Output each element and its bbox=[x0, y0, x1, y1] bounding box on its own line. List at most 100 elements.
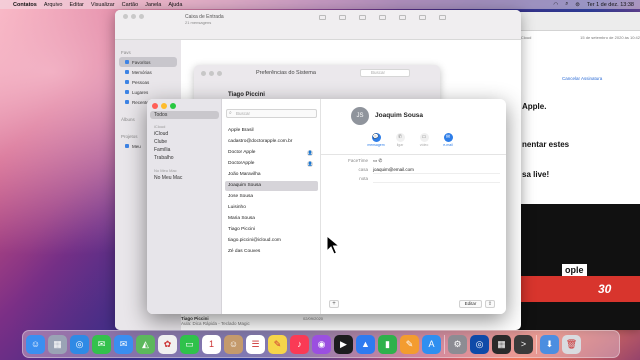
mail-message-row[interactable]: Tiago Piccini Aula: Dica Rápida - Teclad… bbox=[181, 316, 361, 326]
menu-app-name[interactable]: Contatos bbox=[13, 2, 37, 8]
folder-icon bbox=[125, 100, 129, 104]
wifi-icon[interactable]: ◠ bbox=[553, 2, 558, 8]
unsubscribe-link[interactable]: Cancelar Assinatura bbox=[562, 76, 602, 81]
contact-name: Joaquim Sousa bbox=[375, 112, 424, 119]
dock-fotos-icon[interactable]: ✿ bbox=[158, 334, 177, 354]
prefs-search-input[interactable]: Buscar bbox=[360, 69, 410, 77]
group-mac[interactable]: No Meu Mac bbox=[150, 174, 219, 182]
contact-row[interactable]: Apple Brasil bbox=[225, 126, 318, 136]
minimize-button[interactable] bbox=[161, 103, 167, 109]
group-section-mac: No Meu Mac bbox=[154, 168, 177, 173]
group-section-icloud: iCloud bbox=[154, 124, 166, 129]
folder-icon bbox=[125, 60, 129, 64]
dock-contatos-icon[interactable]: ☺ bbox=[224, 334, 243, 354]
prefs-traffic-lights[interactable] bbox=[201, 71, 222, 76]
mail-sidebar-item[interactable]: Favoritos bbox=[119, 57, 177, 67]
contact-row[interactable]: Zé das Couves bbox=[225, 247, 318, 257]
dock-calculadora-icon[interactable]: ▦ bbox=[492, 334, 511, 354]
mail-count: 21 mensagens bbox=[185, 20, 212, 25]
dock-lixo-icon[interactable]: 🗑 bbox=[562, 334, 581, 354]
search-icon[interactable]: ⌕ bbox=[565, 1, 568, 8]
control-center-icon[interactable]: ⊜ bbox=[575, 2, 580, 8]
mouse-cursor-icon bbox=[326, 235, 340, 255]
close-button[interactable] bbox=[152, 103, 158, 109]
menu-item-arquivo[interactable]: Arquivo bbox=[44, 2, 63, 8]
menu-item-janela[interactable]: Janela bbox=[145, 2, 161, 8]
dock-podcasts-icon[interactable]: ◉ bbox=[312, 334, 331, 354]
dock-mail-icon[interactable]: ✉ bbox=[114, 334, 133, 354]
mail-sidebar-item[interactable]: Memórias bbox=[115, 67, 181, 77]
mail-traffic-lights[interactable] bbox=[123, 14, 144, 19]
safari-window[interactable]: iCloud 15 de setembro de 2020 às 10:42 C… bbox=[514, 12, 640, 330]
mail-icon: ✉ bbox=[443, 133, 453, 142]
field-facetime: FaceTime ▭ ✆ bbox=[321, 158, 506, 165]
dock-numbers-icon[interactable]: ▮ bbox=[378, 334, 397, 354]
contact-row[interactable]: João Maravilha bbox=[225, 170, 318, 180]
contact-row[interactable]: DoctorApple 👤 bbox=[225, 159, 318, 169]
promo-image: ople 30 bbox=[514, 204, 640, 330]
menu-clock[interactable]: Ter 1 de dez. 13:38 bbox=[587, 2, 634, 8]
edit-button[interactable]: Editar bbox=[459, 300, 482, 308]
zoom-button[interactable] bbox=[170, 103, 176, 109]
email-text-line3: sa live! bbox=[522, 170, 550, 179]
contact-detail: JS Joaquim Sousa 💬 mensagem ✆ ligar ▭ ví… bbox=[321, 99, 506, 314]
share-button[interactable]: ⇪ bbox=[485, 300, 495, 308]
dock-launchpad-icon[interactable]: ▦ bbox=[48, 334, 67, 354]
menu-item-editar[interactable]: Editar bbox=[70, 2, 84, 8]
group-trabalho[interactable]: Trabalho bbox=[150, 154, 219, 162]
email-button[interactable]: ✉ e-mail bbox=[439, 133, 457, 147]
menu-bar: Contatos Arquivo Editar Visualizar Cartã… bbox=[0, 0, 640, 9]
contact-row[interactable]: Jose Sousa bbox=[225, 192, 318, 202]
search-input[interactable]: ⌕ Buscar bbox=[226, 109, 317, 118]
field-email-casa: casa joaquim@email.com bbox=[321, 167, 506, 174]
dock-mapas-icon[interactable]: ◭ bbox=[136, 334, 155, 354]
dock-prefer-ncias-do-sistema-icon[interactable]: ⚙ bbox=[448, 334, 467, 354]
dock-finder-icon[interactable]: ☺ bbox=[26, 334, 45, 354]
contact-row[interactable]: Tiago Piccini bbox=[225, 225, 318, 235]
dock-safari-preview-icon[interactable]: ◎ bbox=[470, 334, 489, 354]
group-icloud[interactable]: iCloud bbox=[150, 130, 219, 138]
video-button[interactable]: ▭ vídeo bbox=[415, 133, 433, 147]
dock-tv-icon[interactable]: ▶ bbox=[334, 334, 353, 354]
facetime-icons[interactable]: ▭ ✆ bbox=[373, 158, 382, 164]
mail-sidebar-item[interactable]: Pessoas bbox=[115, 77, 181, 87]
search-placeholder: Buscar bbox=[236, 111, 251, 116]
group-familia[interactable]: Família bbox=[150, 146, 219, 154]
message-button[interactable]: 💬 mensagem bbox=[367, 133, 385, 147]
dock-calend-rio-icon[interactable]: 1 bbox=[202, 334, 221, 354]
dock-safari-icon[interactable]: ◎ bbox=[70, 334, 89, 354]
field-value[interactable]: joaquim@email.com bbox=[373, 167, 414, 172]
dock-lembretes-icon[interactable]: ☰ bbox=[246, 334, 265, 354]
dock-pages-icon[interactable]: ✎ bbox=[400, 334, 419, 354]
menu-item-visualizar[interactable]: Visualizar bbox=[91, 2, 115, 8]
contact-row[interactable]: Maria Sousa bbox=[225, 214, 318, 224]
mail-toolbar-icons[interactable] bbox=[319, 15, 446, 20]
contact-row[interactable]: Doctor Apple 👤 bbox=[225, 148, 318, 158]
call-button[interactable]: ✆ ligar bbox=[391, 133, 409, 147]
email-meta-account: iCloud bbox=[520, 35, 532, 40]
contact-row-selected[interactable]: Joaquim Sousa bbox=[225, 181, 318, 191]
dock-app-store-icon[interactable]: A bbox=[422, 334, 441, 354]
menu-item-ajuda[interactable]: Ajuda bbox=[168, 2, 182, 8]
dock-notas-icon[interactable]: ✎ bbox=[268, 334, 287, 354]
contact-row[interactable]: tiago.piccini@icloud.com bbox=[225, 236, 318, 246]
group-clube[interactable]: Clube bbox=[150, 138, 219, 146]
dock-terminal-icon[interactable]: > bbox=[514, 334, 533, 354]
contact-row[interactable]: cadastro@doctorapple.com.br bbox=[225, 137, 318, 147]
phone-icon: ✆ bbox=[395, 133, 405, 142]
dock-downloads-icon[interactable]: ⬇ bbox=[540, 334, 559, 354]
add-contact-button[interactable]: + bbox=[329, 300, 339, 308]
divider bbox=[321, 154, 506, 155]
contact-row[interactable]: Luisinho bbox=[225, 203, 318, 213]
dock: ☺ ▦ ◎ ✉ ✉ ◭ ✿ ▭ 1 ☺ ☰ ✎ ♪ ◉ ▶ ▲ ▮ ✎ A ⚙ ◎ ▦ > ⬇ 🗑 bbox=[22, 330, 620, 358]
dock-keynote-icon[interactable]: ▲ bbox=[356, 334, 375, 354]
group-all[interactable]: Todos bbox=[150, 111, 219, 119]
contacts-window[interactable]: Todos iCloud iCloud Clube Família Trabal… bbox=[147, 99, 506, 314]
dock-facetime-icon[interactable]: ▭ bbox=[180, 334, 199, 354]
dock-mensagens-icon[interactable]: ✉ bbox=[92, 334, 111, 354]
mail-sidebar-item[interactable]: Lugares bbox=[115, 87, 181, 97]
email-label: e-mail bbox=[443, 143, 453, 147]
dock-m-sica-icon[interactable]: ♪ bbox=[290, 334, 309, 354]
menu-item-cartao[interactable]: Cartão bbox=[122, 2, 139, 8]
field-label: casa bbox=[358, 167, 368, 172]
